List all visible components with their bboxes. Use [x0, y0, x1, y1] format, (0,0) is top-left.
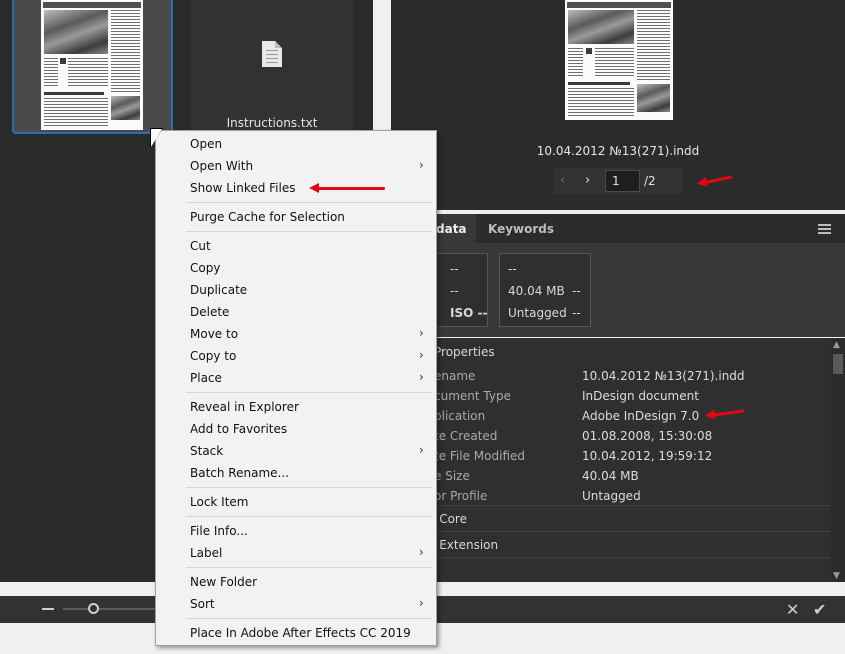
menu-item-batch-rename[interactable]: Batch Rename...: [190, 466, 289, 480]
menu-item-purge-cache[interactable]: Purge Cache for Selection: [190, 210, 345, 224]
menu-item-stack[interactable]: Stack: [190, 444, 223, 458]
property-label: e Size: [434, 469, 470, 483]
bottom-toolbar: [437, 596, 845, 623]
camera-value: --: [450, 284, 459, 298]
menu-item-move-to[interactable]: Move to: [190, 327, 238, 341]
section-iptc-extension[interactable]: C Extension: [391, 531, 831, 557]
menu-separator: [186, 202, 432, 203]
section-collapsed[interactable]: s: [391, 557, 831, 583]
scroll-down-icon[interactable]: ▼: [833, 571, 840, 581]
submenu-arrow-icon: ›: [419, 596, 424, 610]
thumbnail-filename: Instructions.txt: [226, 116, 318, 130]
submenu-arrow-icon: ›: [419, 443, 424, 457]
menu-separator: [186, 618, 432, 619]
scroll-up-icon[interactable]: ▲: [833, 340, 840, 350]
camera-value: --: [450, 262, 459, 276]
menu-item-copy[interactable]: Copy: [190, 261, 220, 275]
page-total: /2: [644, 174, 656, 188]
slider-handle[interactable]: [88, 603, 99, 614]
menu-item-open-with[interactable]: Open With: [190, 159, 253, 173]
text-document-icon: [262, 41, 282, 67]
file-properties-header[interactable]: Properties: [434, 345, 495, 359]
camera-value: --: [572, 306, 581, 320]
menu-separator: [186, 567, 432, 568]
camera-value: --: [572, 284, 581, 298]
menu-item-lock-item[interactable]: Lock Item: [190, 495, 249, 509]
property-value: 10.04.2012, 19:59:12: [582, 449, 713, 463]
property-label: cument Type: [434, 389, 511, 403]
menu-separator: [186, 516, 432, 517]
newspaper-page-thumbnail: [41, 0, 143, 130]
panel-menu-icon[interactable]: [818, 224, 831, 234]
menu-separator: [186, 487, 432, 488]
menu-item-copy-to[interactable]: Copy to: [190, 349, 236, 363]
submenu-arrow-icon: ›: [419, 348, 424, 362]
menu-separator: [186, 231, 432, 232]
property-label: or Profile: [434, 489, 488, 503]
menu-item-place[interactable]: Place: [190, 371, 222, 385]
section-iptc-core[interactable]: C Core: [391, 505, 831, 531]
context-menu: [155, 130, 437, 646]
thumbnail-text-file[interactable]: [191, 0, 353, 134]
property-label: te File Modified: [434, 449, 526, 463]
tab-keywords[interactable]: Keywords: [476, 214, 556, 244]
menu-item-label[interactable]: Label: [190, 546, 222, 560]
menu-item-cut[interactable]: Cut: [190, 239, 211, 253]
scrollbar[interactable]: [831, 338, 845, 582]
previous-page-icon[interactable]: ‹: [560, 173, 572, 189]
file-size-value: 40.04 MB: [508, 284, 565, 298]
menu-item-reveal-in-explorer[interactable]: Reveal in Explorer: [190, 400, 299, 414]
property-value: Adobe InDesign 7.0: [582, 409, 700, 423]
cancel-icon[interactable]: ✕: [786, 600, 799, 619]
preview-file-name: 10.04.2012 №13(271).indd: [536, 144, 700, 158]
menu-item-open[interactable]: Open: [190, 137, 222, 151]
property-label: te Created: [434, 429, 498, 443]
mouse-cursor-icon: [151, 129, 162, 147]
zoom-out-icon[interactable]: [42, 608, 54, 610]
property-value: Untagged: [582, 489, 641, 503]
submenu-arrow-icon: ›: [419, 370, 424, 384]
submenu-arrow-icon: ›: [419, 158, 424, 172]
preview-page-image: [565, 0, 673, 120]
property-value: 10.04.2012 №13(271).indd: [582, 369, 745, 383]
confirm-icon[interactable]: ✔: [813, 600, 826, 619]
scrollbar-thumb[interactable]: [833, 354, 843, 374]
annotation-arrow-icon: [309, 183, 385, 194]
property-value: InDesign document: [582, 389, 699, 403]
menu-item-duplicate[interactable]: Duplicate: [190, 283, 247, 297]
next-page-icon[interactable]: ›: [585, 173, 597, 189]
property-label: plication: [434, 409, 486, 423]
property-label: ename: [434, 369, 476, 383]
menu-item-sort[interactable]: Sort: [190, 597, 215, 611]
menu-item-delete[interactable]: Delete: [190, 305, 229, 319]
menu-item-add-to-favorites[interactable]: Add to Favorites: [190, 422, 287, 436]
submenu-arrow-icon: ›: [419, 326, 424, 340]
property-value: 01.08.2008, 15:30:08: [582, 429, 713, 443]
menu-item-new-folder[interactable]: New Folder: [190, 575, 257, 589]
color-profile-value: Untagged: [508, 306, 567, 320]
thumbnail-size-slider[interactable]: [63, 608, 158, 610]
submenu-arrow-icon: ›: [419, 545, 424, 559]
camera-iso: ISO --: [450, 306, 488, 320]
menu-separator: [186, 392, 432, 393]
menu-item-file-info[interactable]: File Info...: [190, 524, 248, 538]
property-value: 40.04 MB: [582, 469, 639, 483]
menu-item-place-in-after-effects[interactable]: Place In Adobe After Effects CC 2019: [190, 626, 411, 640]
menu-item-show-linked-files[interactable]: Show Linked Files: [190, 181, 296, 195]
camera-value: --: [508, 262, 517, 276]
page-number-input[interactable]: 1: [605, 170, 640, 192]
